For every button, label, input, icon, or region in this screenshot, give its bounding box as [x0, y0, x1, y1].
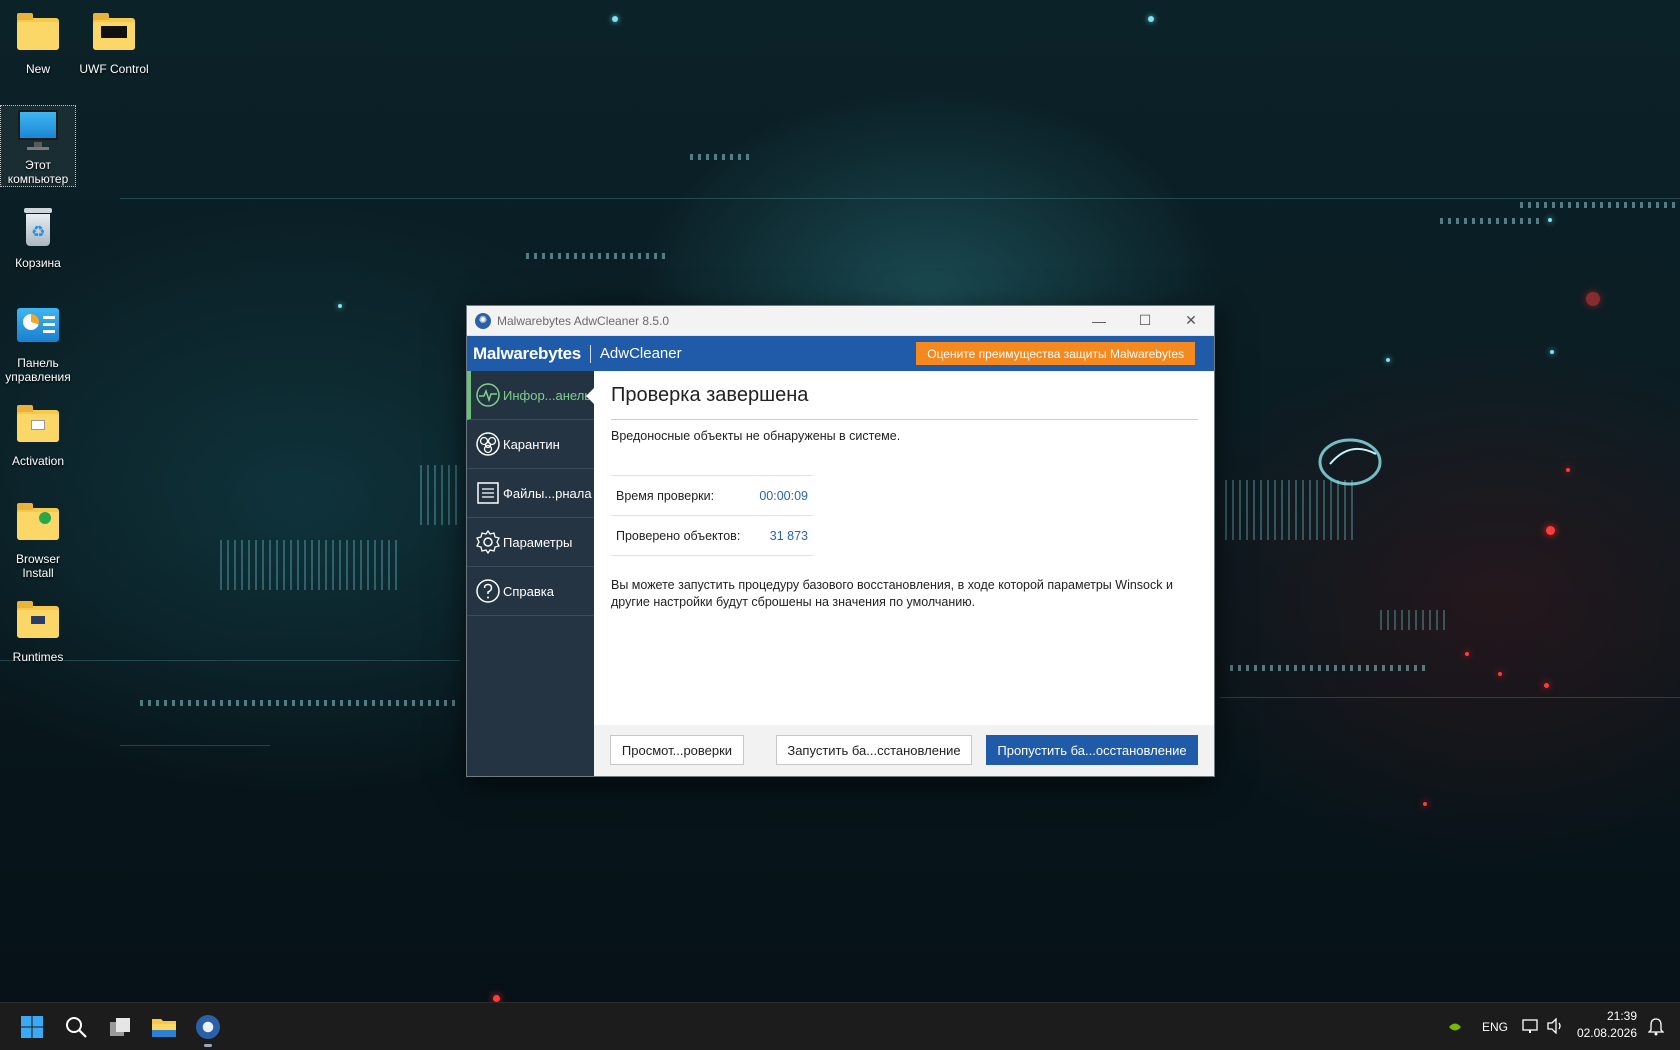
- adwcleaner-app-icon: ✺: [475, 312, 491, 329]
- desktop-icon-label: New: [25, 62, 50, 76]
- clock-time: 21:39: [1606, 1009, 1637, 1023]
- minimize-button[interactable]: —: [1076, 306, 1122, 335]
- close-button[interactable]: ✕: [1168, 306, 1214, 335]
- help-icon: [476, 579, 500, 603]
- desktop-icon-label: UWF Control: [79, 62, 149, 76]
- desktop-icon-activation[interactable]: Activation: [0, 402, 76, 468]
- sidebar-item-log-files[interactable]: Файлы...рнала: [467, 469, 594, 518]
- document-icon: [477, 482, 499, 504]
- brand-divider: [589, 344, 591, 363]
- gear-icon: [476, 529, 500, 555]
- search-icon: [66, 1017, 87, 1038]
- desktop-icon-recycle-bin[interactable]: ♻ Корзина: [0, 204, 76, 270]
- folder-icon: [91, 10, 137, 56]
- desktop-icon-runtimes[interactable]: Runtimes: [0, 598, 76, 664]
- brand-bar: Malwarebytes AdwCleaner Оцените преимуще…: [467, 336, 1214, 371]
- promo-button[interactable]: Оцените преимущества защиты Malwarebytes: [916, 342, 1195, 365]
- scan-result-message: Вредоносные объекты не обнаружены в сист…: [611, 429, 901, 443]
- language-indicator[interactable]: ENG: [1482, 1020, 1508, 1034]
- sidebar-item-label: Справка: [503, 583, 554, 599]
- sidebar-item-dashboard[interactable]: Инфор...анель: [467, 371, 594, 420]
- task-view-icon: [110, 1018, 130, 1036]
- folder-icon: [15, 500, 61, 546]
- recycle-bin-icon: ♻: [15, 204, 61, 250]
- sidebar-item-settings[interactable]: Параметры: [467, 518, 594, 567]
- adwcleaner-window: ✺ Malwarebytes AdwCleaner 8.5.0 — ☐ ✕ Ma…: [466, 305, 1215, 777]
- stat-row-objects-scanned: Проверено объектов: 31 873: [611, 516, 813, 556]
- skip-basic-restore-button[interactable]: Пропустить ба...осстановление: [986, 735, 1198, 765]
- desktop-icon-control-panel[interactable]: Панель управления: [0, 304, 76, 384]
- view-log-button[interactable]: Просмот...роверки: [610, 735, 744, 765]
- network-icon[interactable]: [1522, 1018, 1540, 1034]
- stat-value: 00:00:09: [759, 488, 808, 503]
- desktop-icon-label: Корзина: [15, 256, 61, 270]
- desktop-icon-browser-install[interactable]: Browser Install: [0, 500, 76, 580]
- monitor-icon: [15, 106, 61, 152]
- wallpaper-swirl: [1318, 438, 1382, 486]
- action-footer: Просмот...роверки Запустить ба...сстанов…: [594, 725, 1214, 776]
- sidebar-item-label: Карантин: [503, 436, 560, 452]
- desktop-icon-new[interactable]: New: [0, 10, 76, 76]
- file-explorer-icon: [152, 1019, 176, 1037]
- task-view-button[interactable]: [104, 1011, 136, 1043]
- desktop-icon-this-pc[interactable]: Этот компьютер: [0, 105, 76, 187]
- main-content: Проверка завершена Вредоносные объекты н…: [594, 371, 1214, 776]
- sidebar: Инфор...анель Карантин Файлы...рнала Пар…: [467, 371, 594, 776]
- start-button[interactable]: [16, 1011, 48, 1043]
- adwcleaner-taskbar-button[interactable]: [192, 1011, 224, 1047]
- title-divider: [611, 419, 1198, 420]
- folder-icon: [15, 402, 61, 448]
- volume-icon[interactable]: [1546, 1018, 1564, 1034]
- biohazard-icon: [476, 432, 500, 456]
- desktop-icon-label: Runtimes: [12, 650, 64, 664]
- desktop-icon-label: Панель управления: [5, 356, 71, 384]
- clock[interactable]: 21:39 02.08.2026: [1575, 1009, 1637, 1040]
- restore-note: Вы можете запустить процедуру базового в…: [611, 578, 1173, 609]
- sidebar-item-label: Параметры: [503, 534, 573, 550]
- adwcleaner-app-icon: [196, 1015, 220, 1039]
- page-title: Проверка завершена: [611, 384, 809, 406]
- product-name: AdwCleaner: [599, 345, 682, 362]
- title-bar[interactable]: ✺ Malwarebytes AdwCleaner 8.5.0 — ☐ ✕: [467, 306, 1214, 336]
- nvidia-icon[interactable]: [1448, 1021, 1462, 1033]
- malwarebytes-logo: Malwarebytes: [473, 343, 581, 363]
- desktop-icon-label: Этот компьютер: [7, 158, 69, 186]
- scan-stats: Время проверки: 00:00:09 Проверено объек…: [611, 475, 813, 556]
- control-panel-icon: [15, 304, 61, 350]
- stat-value: 31 873: [769, 528, 808, 543]
- windows-logo-icon: [21, 1016, 43, 1038]
- desktop-icon-label: Activation: [11, 454, 65, 468]
- sidebar-item-label: Инфор...анель: [503, 387, 592, 403]
- clock-date: 02.08.2026: [1576, 1026, 1637, 1040]
- notifications-icon[interactable]: [1648, 1018, 1664, 1036]
- desktop-icon-uwf-control[interactable]: UWF Control: [76, 10, 152, 76]
- maximize-button[interactable]: ☐: [1122, 306, 1168, 335]
- sidebar-item-quarantine[interactable]: Карантин: [467, 420, 594, 469]
- sidebar-item-help[interactable]: Справка: [467, 567, 594, 616]
- stat-label: Время проверки:: [616, 488, 715, 503]
- stat-label: Проверено объектов:: [616, 528, 741, 543]
- desktop-icon-label: Browser Install: [15, 552, 60, 580]
- folder-icon: [15, 598, 61, 644]
- sidebar-item-label: Файлы...рнала: [503, 485, 592, 501]
- taskbar: ENG 21:39 02.08.2026: [0, 1002, 1680, 1050]
- run-basic-restore-button[interactable]: Запустить ба...сстановление: [776, 735, 972, 765]
- file-explorer-button[interactable]: [148, 1011, 180, 1043]
- folder-icon: [15, 10, 61, 56]
- window-title: Malwarebytes AdwCleaner 8.5.0: [497, 313, 670, 328]
- search-button[interactable]: [60, 1011, 92, 1043]
- stat-row-scan-time: Время проверки: 00:00:09: [611, 476, 813, 516]
- pulse-icon: [476, 383, 500, 407]
